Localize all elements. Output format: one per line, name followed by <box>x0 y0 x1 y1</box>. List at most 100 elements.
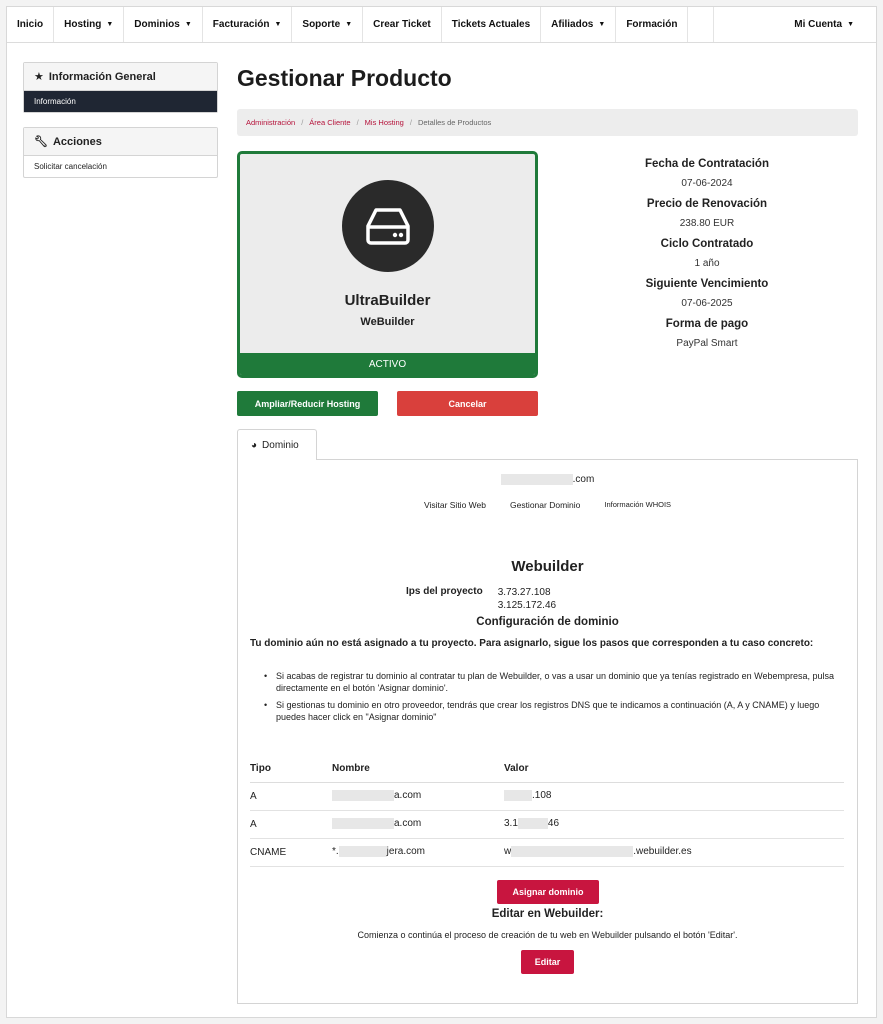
detail-value: 07-06-2024 <box>681 178 733 189</box>
dns-name-text: jera.com <box>386 846 426 858</box>
breadcrumb-separator: / <box>409 118 412 127</box>
product-name: UltraBuilder <box>344 292 431 309</box>
top-navbar: Inicio Hosting ▼ Dominios ▼ Facturación ▼ S… <box>7 7 876 43</box>
breadcrumb-area-cliente[interactable]: Área Cliente <box>309 118 350 127</box>
domain-name: .com <box>238 474 857 485</box>
sidebar-item-informacion[interactable]: Información <box>24 91 217 112</box>
nav-crear-ticket[interactable]: Crear Ticket <box>363 7 442 42</box>
ip-value: 3.125.172.46 <box>497 600 557 611</box>
domain-tab-panel: .com Visitar Sitio Web Gestionar Dominio… <box>237 459 858 1004</box>
nav-inicio[interactable]: Inicio <box>7 7 55 42</box>
breadcrumb-current: Detalles de Productos <box>417 118 492 127</box>
nav-mi-cuenta[interactable]: Mi Cuenta ▼ <box>713 7 876 42</box>
webuilder-title: Webuilder <box>511 558 584 575</box>
caret-down-icon: ▼ <box>847 21 854 28</box>
status-badge: ACTIVO <box>240 353 535 375</box>
caret-down-icon: ▼ <box>345 21 353 28</box>
nav-label: Mi Cuenta <box>794 19 843 30</box>
manage-domain-link[interactable]: Gestionar Dominio <box>510 500 580 510</box>
star-icon: ★ <box>34 71 44 83</box>
nav-label: Soporte <box>302 19 341 30</box>
tab-dominio[interactable]: ◕ Dominio <box>237 429 317 460</box>
dns-name: a.com <box>332 810 504 839</box>
dns-name: a.com <box>332 782 504 811</box>
nav-dominios[interactable]: Dominios ▼ <box>124 7 203 42</box>
actions-panel-header: 🔧︎ Acciones <box>24 128 217 156</box>
info-panel: ★ Información General Información <box>23 62 218 113</box>
table-row: A a.com .108 <box>250 782 844 811</box>
dns-value: 3.1 46 <box>504 810 844 839</box>
breadcrumb-administracion[interactable]: Administración <box>246 118 295 127</box>
sidebar-item-solicitar-cancelacion[interactable]: Solicitar cancelación <box>24 156 217 177</box>
ip-value: 3.73.27.108 <box>497 587 551 598</box>
breadcrumb-mis-hosting[interactable]: Mis Hosting <box>365 118 404 127</box>
wrench-icon: 🔧︎ <box>34 136 48 148</box>
breadcrumb-separator: / <box>301 118 304 127</box>
dns-value-text: .108 <box>532 790 552 802</box>
nav-label: Formación <box>626 19 678 30</box>
actions-panel: 🔧︎ Acciones Solicitar cancelación <box>23 127 218 178</box>
redacted-block <box>504 790 532 802</box>
breadcrumb: Administración / Área Cliente / Mis Host… <box>237 109 858 136</box>
sidebar-item-label: Información <box>34 97 76 106</box>
whois-link[interactable]: Información WHOIS <box>604 500 671 510</box>
sidebar-item-label: Solicitar cancelación <box>34 162 107 171</box>
nav-formacion[interactable]: Formación <box>616 7 689 42</box>
panel-title: Acciones <box>52 135 102 148</box>
cancel-button[interactable]: Cancelar <box>397 391 538 416</box>
column-header: Tipo <box>250 756 332 783</box>
dns-name-text: *. <box>332 846 339 858</box>
ips-label: Ips del proyecto <box>406 586 483 597</box>
tab-label: Dominio <box>262 439 299 451</box>
edit-section-title: Editar en Webuilder: <box>491 908 604 920</box>
nav-label: Facturación <box>212 19 270 30</box>
visit-website-link[interactable]: Visitar Sitio Web <box>424 500 486 510</box>
panel-title: Información General <box>48 70 156 83</box>
nav-tickets-actuales[interactable]: Tickets Actuales <box>442 7 542 42</box>
domain-links: Visitar Sitio Web Gestionar Dominio Info… <box>238 500 857 510</box>
nav-soporte[interactable]: Soporte ▼ <box>292 7 364 42</box>
nav-label: Crear Ticket <box>373 19 431 30</box>
domain-suffix: .com <box>572 474 595 486</box>
browser-page: Inicio Hosting ▼ Dominios ▼ Facturación ▼ S… <box>6 6 877 1018</box>
nav-label: Afiliados <box>551 19 594 30</box>
product-details: Fecha de Contratación 07-06-2024 Precio … <box>607 154 807 354</box>
edit-button[interactable]: Editar <box>521 950 574 974</box>
detail-value: 238.80 EUR <box>679 218 735 229</box>
nav-hosting[interactable]: Hosting ▼ <box>54 7 125 42</box>
column-header: Valor <box>504 756 844 783</box>
dns-value-text: w <box>504 846 512 858</box>
dns-type: A <box>250 782 332 811</box>
dns-value-text: .webuilder.es <box>633 846 692 858</box>
edit-section-description: Comienza o continúa el proceso de creaci… <box>357 930 738 940</box>
caret-down-icon: ▼ <box>274 21 282 28</box>
config-steps: Si acabas de registrar tu dominio al con… <box>264 670 849 728</box>
config-title: Configuración de dominio <box>476 616 619 628</box>
page-title: Gestionar Producto <box>237 65 452 91</box>
redacted-block <box>517 818 548 830</box>
detail-label: Fecha de Contratación <box>645 158 769 170</box>
redacted-block <box>338 846 387 858</box>
dns-name-text: a.com <box>394 790 422 802</box>
detail-value: 07-06-2025 <box>681 298 733 309</box>
detail-label: Siguiente Vencimiento <box>645 278 769 290</box>
caret-down-icon: ▼ <box>106 21 114 28</box>
upgrade-hosting-button[interactable]: Ampliar/Reducir Hosting <box>237 391 378 416</box>
nav-label: Hosting <box>64 19 102 30</box>
dns-value: w .webuilder.es <box>504 838 844 867</box>
product-card: UltraBuilder WeBuilder ACTIVO <box>237 151 538 378</box>
column-header: Nombre <box>332 756 504 783</box>
detail-value: 1 año <box>694 258 720 269</box>
assign-domain-button[interactable]: Asignar dominio <box>497 880 599 904</box>
redacted-block <box>332 790 394 802</box>
nav-facturacion[interactable]: Facturación ▼ <box>203 7 293 42</box>
caret-down-icon: ▼ <box>184 21 192 28</box>
table-header-row: Tipo Nombre Valor <box>250 756 844 783</box>
dns-type: CNAME <box>250 838 332 867</box>
product-subtitle: WeBuilder <box>360 316 415 328</box>
list-item: Si gestionas tu dominio en otro proveedo… <box>264 699 849 723</box>
nav-afiliados[interactable]: Afiliados ▼ <box>541 7 617 42</box>
dns-value-text: 46 <box>547 818 560 830</box>
dns-value: .108 <box>504 782 844 811</box>
